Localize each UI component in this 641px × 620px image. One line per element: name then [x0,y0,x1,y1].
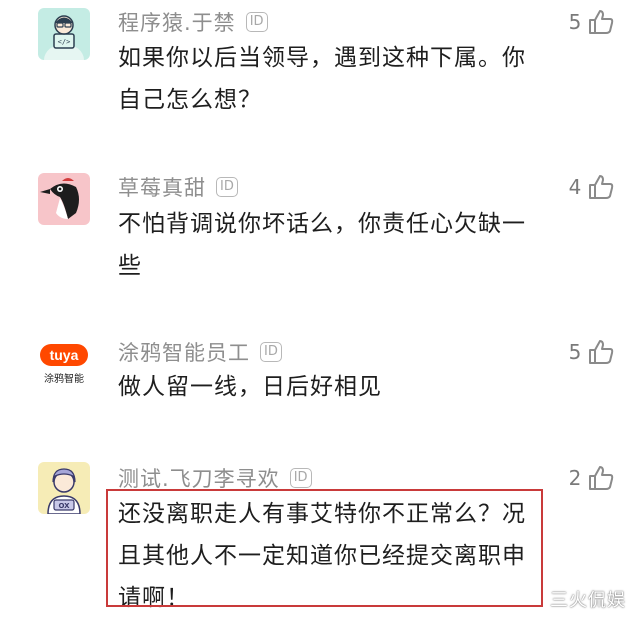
thumbs-up-icon [589,10,614,34]
id-badge: ID [260,342,282,362]
highlight-box [106,489,543,607]
username-row: 草莓真甜 ID [118,173,238,201]
username[interactable]: 涂鸦智能员工 [118,337,250,367]
id-badge: ID [216,177,238,197]
like-button[interactable]: 2 [566,464,615,492]
thumbs-up-icon [589,175,614,199]
comment-line: 如果你以后当领导，遇到这种下属。你 [118,45,526,71]
like-count: 5 [568,340,582,364]
tuya-logo-text: tuya [50,347,79,363]
comment-text: 做人留一线，日后好相见 [118,366,548,408]
avatar-woodpecker[interactable] [38,173,90,225]
thumbs-up-icon [589,466,614,490]
like-count: 4 [568,175,582,199]
id-badge: ID [289,468,312,488]
coder-avatar-icon: </> [38,8,90,60]
username-row: 测试.飞刀李寻欢 ID [118,464,312,492]
username-row: 程序猿.于禁 ID [118,8,268,36]
like-count: 5 [568,10,582,34]
id-badge: ID [245,12,268,32]
username-row: 涂鸦智能员工 ID [118,338,282,366]
like-button[interactable]: 5 [566,338,615,366]
like-count: 2 [568,466,582,490]
like-button[interactable]: 4 [566,173,615,201]
avatar-tester[interactable]: OX [38,462,90,514]
woodpecker-avatar-icon [38,173,90,225]
comment-line: 些 [118,253,142,279]
svg-text:</>: </> [58,38,71,46]
comment-line: 自己怎么想？ [118,87,262,113]
avatar-coder[interactable]: </> [38,8,90,60]
avatar-tuya[interactable]: tuya 涂鸦智能 [38,338,90,390]
comment-text: 不怕背调说你坏话么，你责任心欠缺一 些 [118,203,548,287]
watermark: 三火侃娱 [550,590,626,611]
like-button[interactable]: 5 [566,8,615,36]
username[interactable]: 草莓真甜 [118,172,206,202]
tester-avatar-label: OX [58,502,70,510]
comment-line: 做人留一线，日后好相见 [118,374,382,400]
thumbs-up-icon [589,340,614,364]
comment-text: 如果你以后当领导，遇到这种下属。你 自己怎么想？ [118,37,548,121]
tuya-logo-icon: tuya 涂鸦智能 [40,344,88,385]
tuya-caption: 涂鸦智能 [44,372,84,385]
comment-line: 不怕背调说你坏话么，你责任心欠缺一 [118,211,526,237]
username[interactable]: 程序猿.于禁 [118,7,236,37]
tester-avatar-icon: OX [38,462,90,514]
